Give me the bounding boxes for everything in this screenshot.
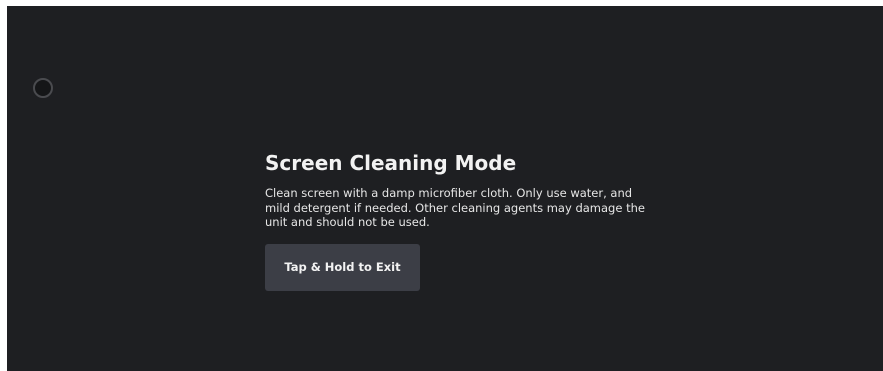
exit-button[interactable]: Tap & Hold to Exit [265,243,420,291]
cleaning-screen: Screen Cleaning Mode Clean screen with a… [7,6,883,371]
exit-button-label: Tap & Hold to Exit [284,260,401,274]
cleaning-instructions: Clean screen with a damp microfiber clot… [265,186,645,229]
status-dot-icon [33,78,53,98]
cleaning-panel: Screen Cleaning Mode Clean screen with a… [265,151,665,291]
page-title: Screen Cleaning Mode [265,151,517,175]
